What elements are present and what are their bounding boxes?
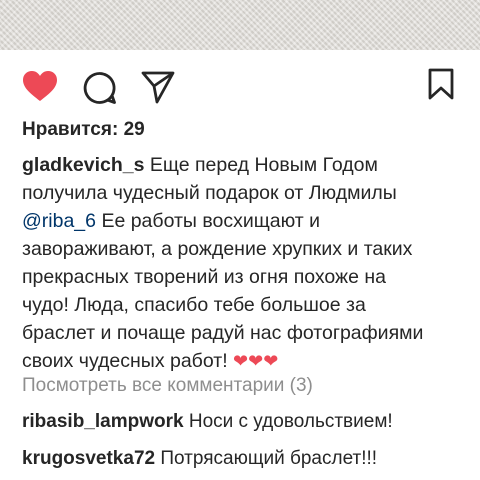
comment-username[interactable]: ribasib_lampwork [22, 411, 184, 432]
caption-text: прекрасных творений из огня похоже на [22, 266, 386, 288]
comment-username[interactable]: krugosvetka72 [22, 448, 155, 469]
action-bar [0, 58, 480, 118]
comment-text: Потрясающий браслет!!! [160, 448, 378, 469]
heart-emoji-icon: ❤❤❤ [233, 351, 279, 371]
caption-text: своих чудесных работ! [22, 350, 228, 372]
caption-text: Еще перед Новым Годом [149, 154, 378, 176]
caption-text: получила чудесный подарок от Людмилы [22, 182, 397, 204]
comment-item: ribasib_lampwork Носи с удовольствием! [22, 411, 393, 433]
comment-text: Носи с удовольствием! [188, 411, 393, 432]
caption-username[interactable]: gladkevich_s [22, 154, 144, 176]
comment-item: krugosvetka72 Потрясающий браслет!!! [22, 448, 377, 470]
paper-plane-icon[interactable] [140, 70, 176, 104]
speech-bubble-icon[interactable] [83, 71, 117, 105]
caption-text: завораживают, а рождение хрупких и таких [22, 238, 413, 260]
caption-text: браслет и почаще радуй нас фотографиями [22, 322, 424, 344]
post-photo[interactable] [0, 0, 480, 50]
likes-count[interactable]: Нравится: 29 [22, 119, 145, 141]
caption-mention-link[interactable]: @riba_6 [22, 210, 96, 232]
caption-text: Ее работы восхищают и [101, 210, 321, 232]
view-all-comments-link[interactable]: Посмотреть все комментарии (3) [22, 375, 313, 397]
heart-icon[interactable] [22, 70, 58, 102]
bookmark-icon[interactable] [428, 68, 454, 100]
caption-text: чудо! Люда, спасибо тебе большое за [22, 294, 366, 316]
post-caption: gladkevich_s Еще перед Новым Годом получ… [22, 151, 462, 375]
